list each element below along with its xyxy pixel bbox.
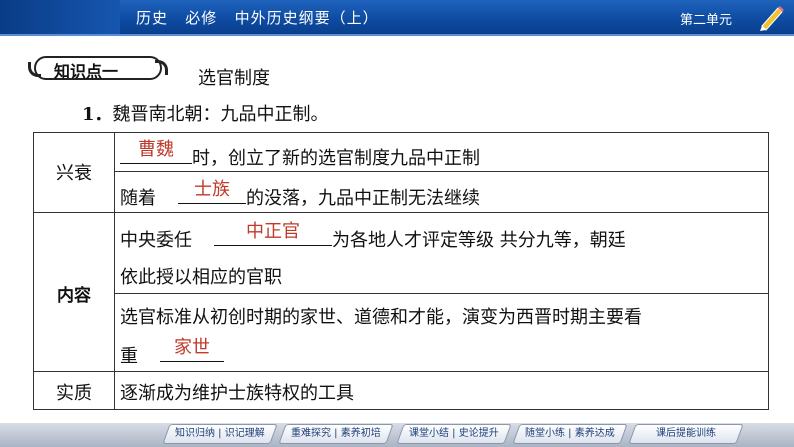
content-table: 兴衰 内容 实质 曹魏 时，创立了新的选官制度九品中正制 随着 士族 的没落，九品中正…: [33, 132, 769, 410]
knowledge-point-badge: 知识点一: [28, 56, 168, 81]
row-divider: [34, 212, 768, 213]
table-line: 曹魏 时，创立了新的选官制度九品中正制: [120, 139, 480, 170]
table-line: 随着 士族 的没落，九品中正制无法继续: [120, 179, 480, 210]
badge-curl-left: [28, 62, 41, 77]
fill-blank: 曹魏: [120, 139, 192, 164]
top-banner: [0, 0, 794, 34]
line-text: 中央委任: [120, 230, 192, 251]
row-label-content: 内容: [57, 286, 91, 306]
table-line: 逐渐成为维护士族特权的工具: [120, 383, 354, 404]
table-line: 重 家世: [120, 337, 224, 368]
table-line: 选官标准从初创时期的家世、道德和才能，演变为西晋时期主要看: [120, 307, 642, 328]
nav-button-label: 重难探究 | 素养初培: [291, 428, 381, 439]
intro-line: 1．魏晋南北朝：九品中正制。: [82, 100, 329, 126]
row-label-rise-fall: 兴衰: [56, 163, 92, 184]
unit-label: 第二单元: [680, 13, 733, 28]
nav-button-label: 课堂小结 | 史论提升: [409, 428, 499, 439]
line-text: 为各地人才评定等级 共分九等，朝廷: [332, 230, 626, 251]
blank-answer: 家世: [174, 337, 210, 358]
section-title: 选官制度: [198, 68, 270, 89]
column-divider: [114, 133, 115, 409]
badge-label: 知识点一: [54, 62, 119, 81]
pencil-icon: [760, 6, 784, 31]
blank-answer: 中正官: [246, 221, 300, 242]
table-line: 依此授以相应的官职: [120, 267, 282, 288]
nav-button-label: 知识归纳 | 识记理解: [175, 428, 265, 439]
nav-button-class-summary[interactable]: 课堂小结 | 史论提升: [396, 424, 512, 444]
nav-button-knowledge-summary[interactable]: 知识归纳 | 识记理解: [162, 424, 278, 444]
fill-blank: 中正官: [214, 221, 332, 246]
fill-blank: 家世: [160, 337, 224, 362]
row-divider: [34, 371, 768, 372]
banner-left-band: [0, 0, 120, 34]
intro-text: 魏晋南北朝：九品中正制。: [112, 104, 329, 125]
blank-answer: 曹魏: [138, 139, 174, 160]
intro-number: 1．: [82, 104, 113, 125]
blank-answer: 士族: [194, 179, 230, 200]
fill-blank: 士族: [178, 179, 246, 204]
line-text: 时，创立了新的选官制度九品中正制: [192, 148, 480, 169]
table-line: 中央委任 中正官 为各地人才评定等级 共分九等，朝廷: [120, 221, 626, 252]
row-divider: [114, 171, 768, 172]
row-divider: [114, 293, 768, 294]
line-text: 随着: [120, 188, 156, 209]
row-label-essence: 实质: [56, 383, 92, 404]
nav-button-label: 课后提能训练: [656, 428, 716, 439]
nav-button-label: 随堂小练 | 素养达成: [525, 428, 615, 439]
nav-button-quick-practice[interactable]: 随堂小练 | 素养达成: [512, 424, 628, 444]
nav-button-after-class-training[interactable]: 课后提能训练: [628, 424, 744, 444]
line-text: 重: [120, 346, 138, 367]
nav-button-key-difficulties[interactable]: 重难探究 | 素养初培: [278, 424, 394, 444]
course-title: 历史 必修 中外历史纲要（上）: [136, 9, 379, 27]
line-text: 的没落，九品中正制无法继续: [246, 188, 480, 209]
badge-curl-right: [155, 60, 168, 75]
